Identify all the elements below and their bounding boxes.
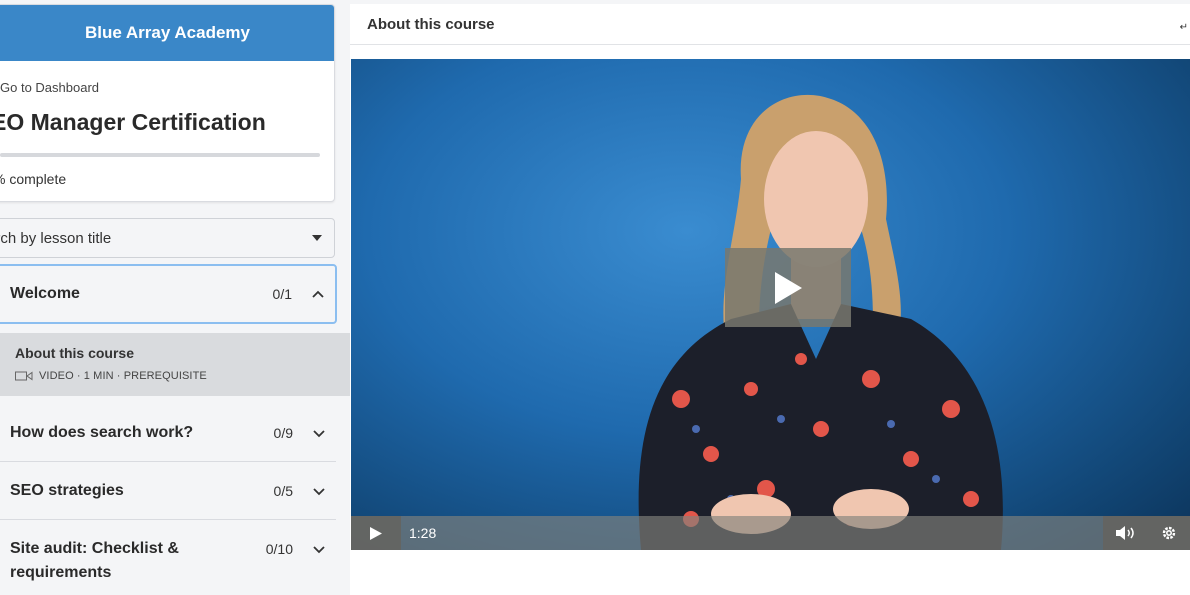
brand-header[interactable]: Blue Array Academy	[0, 5, 334, 61]
video-camera-icon	[15, 371, 33, 381]
section-title: Site audit: Checklist & requirements	[10, 540, 179, 581]
dropdown-caret-icon[interactable]	[312, 235, 322, 241]
section-title: Welcome	[10, 285, 80, 302]
section-welcome[interactable]: Welcome 0/1	[0, 264, 337, 324]
expand-icon[interactable]: ↵	[1180, 22, 1188, 33]
lesson-search-input[interactable]	[0, 229, 287, 247]
lesson-item-about-this-course[interactable]: About this course VIDEO · 1 MIN · PREREQ…	[0, 333, 350, 396]
section-progress-count: 0/1	[272, 286, 292, 302]
course-title: EO Manager Certification	[0, 109, 266, 135]
lesson-header: About this course	[350, 4, 1190, 45]
play-toggle-button[interactable]	[351, 516, 401, 550]
progress-label: % complete	[0, 171, 67, 187]
play-button-large[interactable]	[725, 248, 851, 327]
section-progress-count: 0/5	[273, 482, 293, 499]
section-progress-count: 0/9	[273, 424, 293, 441]
lesson-meta: VIDEO · 1 MIN · PREREQUISITE	[15, 370, 207, 382]
section-title: How does search work?	[10, 423, 194, 441]
video-scrubber[interactable]	[436, 516, 1103, 550]
section-progress-count: 0/10	[265, 541, 293, 557]
lesson-search[interactable]	[0, 218, 335, 258]
video-controls: 1:28	[351, 516, 1190, 550]
chevron-down-icon[interactable]	[312, 484, 326, 498]
lesson-heading: About this course	[367, 15, 495, 33]
section-how-does-search-work[interactable]: How does search work? 0/9	[0, 404, 336, 462]
chevron-down-icon[interactable]	[312, 426, 326, 440]
section-title: SEO strategies	[10, 481, 124, 499]
section-seo-strategies[interactable]: SEO strategies 0/5	[0, 462, 336, 520]
play-icon	[775, 271, 802, 304]
lesson-meta-text: VIDEO · 1 MIN · PREREQUISITE	[39, 370, 207, 382]
brand-name: Blue Array Academy	[84, 23, 251, 42]
volume-icon[interactable]	[1115, 525, 1137, 541]
chevron-down-icon[interactable]	[312, 542, 326, 556]
section-site-audit[interactable]: Site audit: Checklist & requirements 0/1…	[0, 520, 336, 595]
lesson-content: About this course ↵ 1:28	[350, 4, 1190, 595]
go-to-dashboard-link[interactable]: Go to Dashboard	[0, 80, 99, 95]
settings-gear-icon[interactable]	[1160, 524, 1178, 542]
lesson-title: About this course	[15, 345, 135, 361]
chevron-up-icon[interactable]	[311, 287, 325, 301]
video-player[interactable]: 1:28	[351, 59, 1190, 550]
course-card: Blue Array Academy Go to Dashboard EO Ma…	[0, 4, 335, 202]
course-sidebar: Blue Array Academy Go to Dashboard EO Ma…	[0, 0, 350, 595]
play-icon	[370, 526, 382, 540]
video-right-controls	[1103, 516, 1190, 550]
course-progress-bar	[0, 153, 320, 157]
playback-time: 1:28	[409, 525, 437, 541]
